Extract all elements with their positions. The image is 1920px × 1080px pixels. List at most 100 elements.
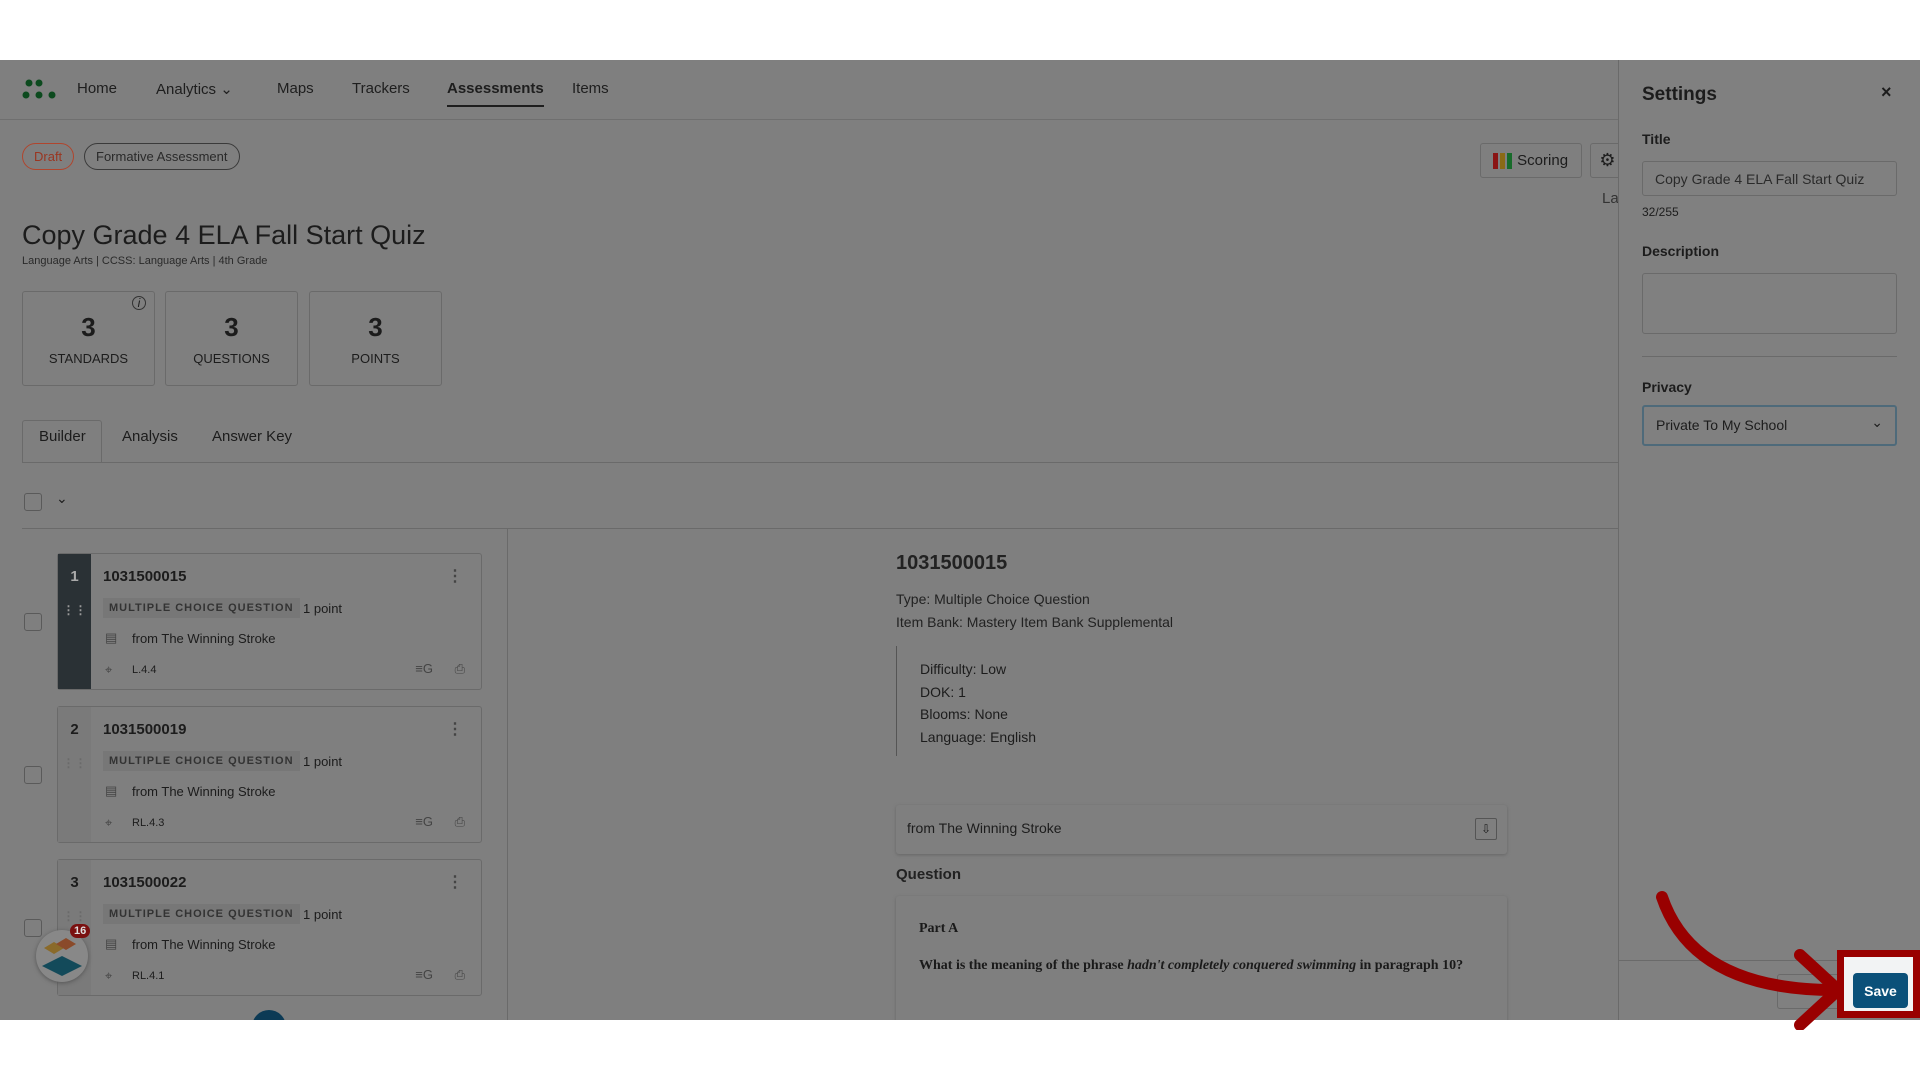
drag-handle-icon[interactable]: ⋮⋮: [58, 603, 91, 617]
stat-points: 3 POINTS: [309, 291, 442, 386]
nav-trackers[interactable]: Trackers: [352, 80, 410, 97]
save-button[interactable]: Save: [1853, 973, 1908, 1008]
divider: [22, 528, 1618, 529]
question-text: What is the meaning of the phrase hadn't…: [919, 957, 1484, 974]
select-all-checkbox[interactable]: [24, 493, 42, 511]
subtitle: Language Arts | CCSS: Language Arts | 4t…: [22, 255, 268, 267]
document-icon: ▤: [105, 783, 118, 798]
more-options-icon[interactable]: ⋮: [447, 566, 463, 586]
top-nav: Home Analytics ⌄ Maps Trackers Assessmen…: [0, 60, 1618, 120]
difficulty: Difficulty: Low: [920, 661, 1007, 677]
drag-handle-icon[interactable]: ⋮⋮: [58, 909, 91, 923]
passage-box[interactable]: from The Winning Stroke ⇩: [896, 805, 1507, 854]
question-standard: L.4.4: [132, 664, 157, 676]
character-count: 32/255: [1642, 205, 1679, 219]
privacy-value: Private To My School: [1656, 417, 1788, 433]
stat-questions: 3 QUESTIONS: [165, 291, 298, 386]
scoring-bars-icon: [1493, 153, 1513, 170]
question-number-label: 2: [70, 721, 79, 738]
question-type: MULTIPLE CHOICE QUESTION: [103, 751, 300, 771]
google-classroom-icon[interactable]: ≡G: [415, 814, 433, 829]
question-standard: RL.4.3: [132, 817, 165, 829]
logo-icon[interactable]: [22, 78, 58, 102]
more-options-icon[interactable]: ⋮: [447, 872, 463, 892]
settings-heading: Settings: [1642, 84, 1717, 105]
tab-answer-key[interactable]: Answer Key: [212, 428, 292, 445]
question-points: 1 point: [303, 601, 343, 616]
arrow-annotation-icon: [1656, 891, 1840, 1030]
stat-standards: 3 STANDARDS i: [22, 291, 155, 386]
scoring-button[interactable]: Scoring: [1480, 143, 1582, 178]
question-box: Part A What is the meaning of the phrase…: [896, 896, 1507, 1020]
question-card[interactable]: 3 ⋮⋮ 1031500022 ⋮ MULTIPLE CHOICE QUESTIO…: [57, 859, 482, 996]
tag-icon: ⌖: [105, 968, 113, 983]
passage-title: from The Winning Stroke: [907, 820, 1062, 836]
question-points: 1 point: [303, 907, 343, 922]
question-checkbox[interactable]: [24, 613, 42, 631]
detail-type: Type: Multiple Choice Question: [896, 591, 1090, 607]
scoring-label: Scoring: [1517, 152, 1569, 169]
print-icon[interactable]: ⎙: [455, 814, 465, 830]
google-classroom-icon[interactable]: ≡G: [415, 661, 433, 676]
close-icon[interactable]: ×: [1881, 82, 1892, 103]
part-label: Part A: [919, 921, 959, 936]
divider: [507, 528, 508, 1020]
question-card[interactable]: 1 ⋮⋮ 1031500015 ⋮ MULTIPLE CHOICE QUESTIO…: [57, 553, 482, 690]
chevron-down-icon: ⌄: [220, 81, 233, 98]
question-number[interactable]: 2 ⋮⋮: [58, 707, 91, 842]
app-dimmed: Home Analytics ⌄ Maps Trackers Assessmen…: [0, 60, 1920, 1020]
divider: [1642, 356, 1897, 357]
assistant-launcher[interactable]: 16: [36, 924, 91, 982]
description-textarea[interactable]: [1642, 273, 1897, 334]
question-id: 1031500015: [103, 568, 187, 585]
question-number-label: 1: [70, 568, 79, 585]
blooms: Blooms: None: [920, 706, 1008, 722]
drag-handle-icon[interactable]: ⋮⋮: [58, 756, 91, 770]
document-icon: ▤: [105, 936, 118, 951]
nav-maps[interactable]: Maps: [277, 80, 314, 97]
question-text-end: in paragraph 10?: [1356, 958, 1464, 973]
question-card[interactable]: 2 ⋮⋮ 1031500019 ⋮ MULTIPLE CHOICE QUESTIO…: [57, 706, 482, 843]
info-icon[interactable]: i: [132, 296, 146, 310]
add-item-button[interactable]: [252, 1010, 286, 1020]
question-checkbox[interactable]: [24, 766, 42, 784]
question-number[interactable]: 1 ⋮⋮: [58, 554, 91, 689]
stat-value: 3: [81, 312, 96, 342]
tab-builder[interactable]: Builder: [39, 428, 86, 445]
privacy-label: Privacy: [1642, 379, 1692, 395]
more-options-icon[interactable]: ⋮: [447, 719, 463, 739]
question-source: from The Winning Stroke: [132, 937, 276, 952]
nav-analytics[interactable]: Analytics ⌄: [156, 80, 233, 98]
detail-bank: Item Bank: Mastery Item Bank Supplementa…: [896, 614, 1174, 630]
question-standard: RL.4.1: [132, 970, 165, 982]
stat-label: STANDARDS: [48, 351, 129, 366]
tag-icon: ⌖: [105, 662, 113, 677]
language: Language: English: [920, 728, 1036, 745]
stat-label: QUESTIONS: [193, 351, 270, 366]
stat-label: POINTS: [351, 351, 400, 366]
tab-analysis[interactable]: Analysis: [122, 428, 178, 445]
notification-badge: 16: [70, 924, 91, 938]
question-type: MULTIPLE CHOICE QUESTION: [103, 904, 300, 924]
print-icon[interactable]: ⎙: [455, 967, 465, 983]
download-icon[interactable]: ⇩: [1475, 818, 1497, 840]
settings-panel: Settings × Title Copy Grade 4 ELA Fall S…: [1618, 60, 1920, 1020]
detail-metadata: Difficulty: Low DOK: 1 Blooms: None Lang…: [896, 646, 1036, 756]
document-icon: ▤: [105, 630, 118, 645]
page-title: Copy Grade 4 ELA Fall Start Quiz: [22, 220, 426, 250]
question-id: 1031500022: [103, 874, 187, 891]
tag-icon: ⌖: [105, 815, 113, 830]
question-text-start: What is the meaning of the phrase: [919, 958, 1128, 973]
question-source: from The Winning Stroke: [132, 784, 276, 799]
nav-assessments[interactable]: Assessments: [447, 80, 544, 107]
chevron-down-icon[interactable]: ⌄: [56, 490, 68, 507]
stat-value: 3: [368, 312, 383, 342]
nav-items[interactable]: Items: [572, 80, 609, 97]
google-classroom-icon[interactable]: ≡G: [415, 967, 433, 982]
nav-home[interactable]: Home: [77, 80, 117, 97]
privacy-select[interactable]: Private To My School ⌄: [1642, 405, 1897, 446]
print-icon[interactable]: ⎙: [455, 661, 465, 677]
title-input[interactable]: Copy Grade 4 ELA Fall Start Quiz: [1642, 161, 1897, 196]
description-label: Description: [1642, 243, 1720, 259]
question-points: 1 point: [303, 754, 343, 769]
